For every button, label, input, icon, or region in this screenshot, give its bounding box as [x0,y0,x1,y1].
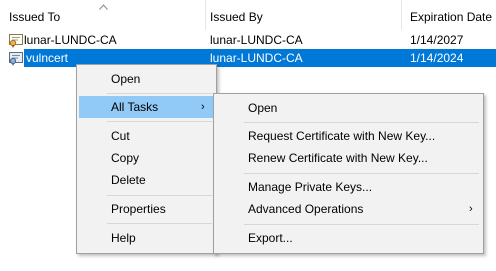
menu-item-help-label: Help [111,231,136,245]
column-header-expiration-date[interactable]: Expiration Date [401,0,496,30]
menu-separator [107,223,212,224]
submenu-item-manage-private-keys-label: Manage Private Keys... [248,180,373,194]
submenu-item-open-label: Open [248,101,278,115]
menu-separator [107,93,212,94]
menu-item-properties-label: Properties [111,202,166,216]
table-row[interactable]: lunar-LUNDC-CA lunar-LUNDC-CA 1/14/2027 [0,31,496,49]
menu-item-open-label: Open [111,72,141,86]
menu-separator [107,195,212,196]
submenu-item-request-new-key-label: Request Certificate with New Key... [248,129,436,143]
menu-item-copy[interactable]: Copy [79,147,214,169]
submenu-item-advanced-operations[interactable]: Advanced Operations › [216,198,481,220]
column-header-issued-by[interactable]: Issued By [201,0,401,30]
submenu-item-export[interactable]: Export... [216,227,481,249]
submenu-item-open[interactable]: Open [216,97,481,119]
menu-item-open[interactable]: Open [79,68,214,90]
submenu-item-manage-private-keys[interactable]: Manage Private Keys... [216,176,481,198]
submenu-item-advanced-operations-label: Advanced Operations [248,202,364,216]
column-header-issued-by-label: Issued By [210,10,263,24]
context-menu: Open All Tasks › Cut Copy Delete Propert… [76,64,217,254]
menu-item-cut[interactable]: Cut [79,125,214,147]
chevron-right-icon: › [201,101,205,113]
menu-separator [244,224,479,225]
cell-issued-to: lunar-LUNDC-CA [24,33,117,47]
menu-separator [244,122,479,123]
cell-issued-by: lunar-LUNDC-CA [210,33,303,47]
menu-item-copy-label: Copy [111,151,140,165]
submenu-item-renew-new-key-label: Renew Certificate with New Key... [248,151,428,165]
cell-issued-to: vulncert [26,51,69,65]
certificate-icon [9,34,23,48]
column-header-expiration-label: Expiration Date [410,10,493,24]
certificate-icon [9,52,23,66]
table-row-selected[interactable]: vulncert lunar-LUNDC-CA 1/14/2024 [0,49,496,67]
menu-item-cut-label: Cut [111,129,130,143]
cell-expiration: 1/14/2027 [410,33,464,47]
menu-item-delete[interactable]: Delete [79,169,214,191]
menu-item-properties[interactable]: Properties [79,198,214,220]
sort-ascending-icon [99,4,108,10]
menu-item-all-tasks-label: All Tasks [111,100,159,114]
column-header-issued-to-label: Issued To [9,10,61,24]
submenu-item-export-label: Export... [248,231,293,245]
menu-separator [107,121,212,122]
submenu-item-request-new-key[interactable]: Request Certificate with New Key... [216,125,481,147]
submenu-item-renew-new-key[interactable]: Renew Certificate with New Key... [216,147,481,169]
chevron-right-icon: › [469,203,473,215]
cell-expiration: 1/14/2024 [410,51,464,65]
menu-separator [244,173,479,174]
menu-item-all-tasks[interactable]: All Tasks › [79,96,214,118]
cell-issued-by: lunar-LUNDC-CA [210,51,303,65]
all-tasks-submenu: Open Request Certificate with New Key...… [213,93,484,254]
list-header: Issued To Issued By Expiration Date [0,0,496,30]
menu-item-help[interactable]: Help [79,227,214,249]
menu-item-delete-label: Delete [111,173,146,187]
